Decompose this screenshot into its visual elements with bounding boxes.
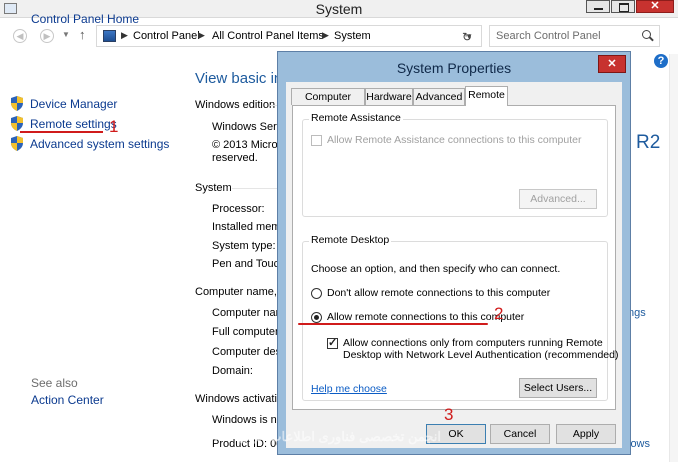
search-input[interactable] (496, 30, 636, 42)
computer-name-label: Computer nam (212, 307, 285, 319)
windows-edition-heading: Windows edition (195, 99, 276, 111)
computer-description-label: Computer desc (212, 346, 287, 358)
close-window-button[interactable]: ✕ (636, 0, 674, 13)
remote-assistance-label: Remote Assistance (309, 112, 403, 124)
breadcrumb-separator-icon[interactable]: ▶ (322, 30, 329, 41)
installed-memory-label: Installed meme (212, 221, 287, 233)
tab-computer-name[interactable]: Computer Name (291, 88, 365, 119)
breadcrumb-separator-icon[interactable]: ▶ (121, 30, 128, 41)
remote-desktop-instruction: Choose an option, and then specify who c… (311, 263, 561, 275)
advanced-system-settings-link[interactable]: Advanced system settings (10, 136, 169, 151)
select-users-button[interactable]: Select Users... (519, 378, 597, 398)
back-button[interactable]: ◀ (13, 29, 27, 43)
copyright-text: © 2013 Micros (212, 139, 284, 151)
dont-allow-radio[interactable] (311, 288, 322, 299)
pen-touch-label: Pen and Touch (212, 258, 286, 270)
apply-button[interactable]: Apply (556, 424, 616, 444)
shield-icon (10, 116, 24, 131)
help-me-choose-link[interactable]: Help me choose (311, 383, 387, 395)
remote-settings-label[interactable]: Remote settings (30, 117, 117, 131)
copyright-text-continued: reserved. (212, 152, 258, 164)
forward-button[interactable]: ▶ (40, 29, 54, 43)
action-center-link[interactable]: Action Center (31, 393, 104, 407)
search-box[interactable] (489, 25, 660, 47)
control-panel-home-link[interactable]: Control Panel Home (31, 12, 139, 26)
section-divider (232, 188, 278, 189)
remote-tab-panel: Remote Assistance Allow Remote Assistanc… (292, 105, 618, 410)
advanced-system-settings-label[interactable]: Advanced system settings (30, 137, 169, 151)
dialog-title: System Properties (396, 60, 512, 76)
activation-status-text: Windows is no (212, 414, 283, 426)
remote-assistance-group: Remote Assistance Allow Remote Assistanc… (302, 112, 608, 217)
r2-logo-fragment: R2 (636, 132, 661, 153)
remote-settings-link[interactable]: Remote settings (10, 116, 117, 131)
annotation-marker-1: 1 (109, 117, 119, 136)
remote-desktop-group: Remote Desktop Choose an option, and the… (302, 234, 618, 401)
system-section-heading: System (195, 182, 232, 194)
nla-only-label-line2[interactable]: Desktop with Network Level Authenticatio… (343, 349, 618, 361)
vertical-scrollbar[interactable] (669, 54, 678, 462)
dont-allow-label[interactable]: Don't allow remote connections to this c… (327, 287, 550, 299)
shield-icon (10, 136, 24, 151)
activate-windows-link-fragment[interactable]: lows (628, 438, 650, 450)
system-type-label: System type: (212, 240, 276, 252)
tab-remote[interactable]: Remote (465, 86, 508, 106)
domain-label: Domain: (212, 365, 253, 377)
allow-remote-radio[interactable] (311, 312, 322, 323)
help-icon[interactable]: ? (654, 54, 668, 68)
tab-hardware[interactable]: Hardware (365, 88, 413, 105)
recent-pages-dropdown-icon[interactable]: ▼ (62, 30, 70, 39)
breadcrumb-separator-icon[interactable]: ▶ (198, 30, 205, 41)
dialog-title-bar[interactable]: System Properties ✕ (278, 52, 630, 82)
annotation-underline (20, 131, 103, 133)
windows-activation-heading: Windows activatio (195, 393, 284, 405)
control-panel-icon (103, 30, 116, 42)
address-bar[interactable]: ▶ Control Panel ▶ All Control Panel Item… (96, 25, 482, 47)
maximize-button[interactable] (611, 0, 635, 13)
device-manager-link[interactable]: Device Manager (10, 96, 117, 111)
nla-only-label-line1[interactable]: Allow connections only from computers ru… (343, 337, 603, 349)
see-also-heading: See also (31, 376, 78, 390)
system-properties-dialog: System Properties ✕ Computer Name Hardwa… (277, 51, 631, 455)
search-icon[interactable] (642, 30, 651, 39)
annotation-marker-2: 2 (494, 304, 504, 323)
annotation-underline (298, 323, 488, 325)
breadcrumb-all-items[interactable]: All Control Panel Items (212, 30, 324, 42)
annotation-marker-3: 3 (444, 405, 454, 424)
watermark-text: انجمن تخصصی فناوری اطلاعات ایران - ITPro… (181, 429, 442, 444)
dialog-close-button[interactable]: ✕ (598, 55, 626, 73)
allow-remote-assistance-label: Allow Remote Assistance connections to t… (327, 134, 582, 146)
breadcrumb-system[interactable]: System (334, 30, 371, 42)
up-arrow-icon[interactable]: ↑ (79, 27, 86, 42)
computer-name-section-heading: Computer name, c (195, 286, 286, 298)
processor-label: Processor: (212, 203, 265, 215)
remote-desktop-label: Remote Desktop (309, 234, 392, 246)
shield-icon (10, 96, 24, 111)
dialog-body: Computer Name Hardware Advanced Remote R… (286, 82, 622, 448)
breadcrumb-control-panel[interactable]: Control Panel (133, 30, 200, 42)
minimize-button[interactable] (586, 0, 610, 13)
allow-remote-assistance-checkbox[interactable] (311, 135, 322, 146)
refresh-icon[interactable]: ↻ (462, 30, 472, 44)
nla-only-checkbox[interactable] (327, 336, 338, 349)
tab-advanced[interactable]: Advanced (413, 88, 465, 105)
advanced-button[interactable]: Advanced... (519, 189, 597, 209)
cancel-button[interactable]: Cancel (490, 424, 550, 444)
device-manager-label[interactable]: Device Manager (30, 97, 117, 111)
full-computer-name-label: Full computer (212, 326, 279, 338)
